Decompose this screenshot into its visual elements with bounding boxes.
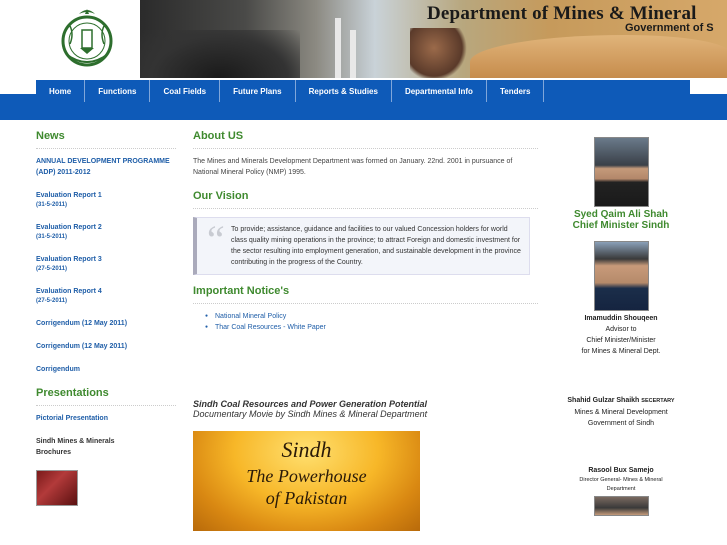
notice-list: National Mineral Policy Thar Coal Resour… bbox=[193, 311, 538, 333]
news-item[interactable]: Corrigendum (12 May 2011) bbox=[36, 318, 176, 329]
news-heading: News bbox=[36, 130, 176, 149]
news-title[interactable]: Evaluation Report 3 bbox=[36, 254, 176, 265]
about-heading: About US bbox=[193, 130, 538, 149]
nav-reports-studies[interactable]: Reports & Studies bbox=[295, 80, 392, 102]
nav-departmental-info[interactable]: Departmental Info bbox=[391, 80, 487, 102]
site-subtitle: Government of S bbox=[625, 22, 714, 34]
vision-quote-box: “ To provide; assistance, guidance and f… bbox=[193, 217, 530, 275]
dg-name: Rasool Bux Samejo bbox=[588, 467, 654, 474]
notices-heading: Important Notice's bbox=[193, 285, 538, 304]
poster-line: The Powerhouse bbox=[246, 466, 367, 486]
news-date: (31-5-2011) bbox=[36, 234, 68, 240]
advisor-role: Chief Minister/Minister bbox=[586, 337, 656, 344]
news-item[interactable]: Evaluation Report 4 (27-5-2011) bbox=[36, 286, 176, 306]
advisor-role: for Mines & Mineral Dept. bbox=[581, 348, 661, 355]
news-title[interactable]: Corrigendum bbox=[36, 364, 176, 375]
video-poster[interactable]: Sindh The Powerhouse of Pakistan bbox=[193, 431, 420, 531]
poster-title: Sindh bbox=[281, 437, 332, 462]
notice-link-thar-coal[interactable]: Thar Coal Resources - White Paper bbox=[205, 322, 538, 333]
advisor-role: Advisor to bbox=[605, 326, 637, 333]
presentations-heading: Presentations bbox=[36, 387, 176, 406]
secretary-role: Mines & Mineral Development bbox=[574, 409, 668, 416]
news-item[interactable]: ANNUAL DEVELOPMENT PROGRAMME (ADP) 2011-… bbox=[36, 156, 176, 178]
nav-items: Home Functions Coal Fields Future Plans … bbox=[36, 80, 545, 102]
advisor-name: Imamuddin Shouqeen bbox=[584, 315, 658, 322]
chimney-image bbox=[335, 18, 341, 78]
news-date: (27-5-2011) bbox=[36, 298, 68, 304]
person-image bbox=[410, 28, 470, 78]
header-banner: Department of Mines & Mineral Government… bbox=[140, 0, 727, 78]
coal-image bbox=[140, 30, 300, 78]
brochure-thumbnail[interactable] bbox=[36, 470, 78, 506]
site-header: Department of Mines & Mineral Government… bbox=[0, 0, 727, 80]
news-title[interactable]: ANNUAL DEVELOPMENT PROGRAMME (ADP) 2011-… bbox=[36, 156, 176, 178]
notice-link-national-mineral-policy[interactable]: National Mineral Policy bbox=[205, 311, 538, 322]
vision-heading: Our Vision bbox=[193, 190, 538, 209]
nav-bar: Home Functions Coal Fields Future Plans … bbox=[0, 80, 727, 120]
nav-coal-fields[interactable]: Coal Fields bbox=[150, 80, 221, 102]
nav-functions[interactable]: Functions bbox=[85, 80, 151, 102]
notices-section: Important Notice's National Mineral Poli… bbox=[193, 285, 538, 333]
chimney-image bbox=[350, 30, 356, 78]
news-item[interactable]: Evaluation Report 2 (31-5-2011) bbox=[36, 222, 176, 242]
about-text: The Mines and Minerals Development Depar… bbox=[193, 158, 513, 176]
dg-photo bbox=[593, 496, 649, 516]
left-sidebar: News ANNUAL DEVELOPMENT PROGRAMME (ADP) … bbox=[36, 130, 176, 506]
news-item[interactable]: Corrigendum (12 May 2011) bbox=[36, 341, 176, 352]
main-content: About US The Mines and Minerals Developm… bbox=[193, 130, 538, 531]
sindh-government-emblem-icon bbox=[61, 9, 113, 67]
nav-home[interactable]: Home bbox=[36, 80, 86, 102]
quote-mark-icon: “ bbox=[203, 217, 226, 262]
dg-role: Director General- Mines & Mineral bbox=[579, 477, 663, 483]
news-item[interactable]: Evaluation Report 3 (27-5-2011) bbox=[36, 254, 176, 274]
advisor-photo bbox=[593, 241, 649, 311]
poster-line: of Pakistan bbox=[265, 488, 348, 508]
video-title: Sindh Coal Resources and Power Generatio… bbox=[193, 399, 428, 409]
news-title[interactable]: Evaluation Report 4 bbox=[36, 286, 176, 297]
video-subtitle: Documentary Movie by Sindh Mines & Miner… bbox=[193, 409, 428, 419]
news-item[interactable]: Corrigendum bbox=[36, 364, 176, 375]
news-item[interactable]: Evaluation Report 1 (31-5-2011) bbox=[36, 190, 176, 210]
secretary-role: Government of Sindh bbox=[587, 420, 655, 427]
chief-minister-photo bbox=[593, 137, 649, 207]
secretary-name: Shahid Gulzar Shaikh SECERTARY bbox=[567, 397, 675, 404]
news-title[interactable]: Evaluation Report 1 bbox=[36, 190, 176, 201]
news-title[interactable]: Corrigendum (12 May 2011) bbox=[36, 341, 176, 352]
dg-role: Department bbox=[606, 486, 636, 492]
main-navigation: Home Functions Coal Fields Future Plans … bbox=[0, 80, 727, 120]
news-date: (27-5-2011) bbox=[36, 266, 68, 272]
pictorial-presentation-link[interactable]: Pictorial Presentation bbox=[36, 413, 176, 424]
nav-tenders[interactable]: Tenders bbox=[486, 80, 545, 102]
right-sidebar: Syed Qaim Ali Shah Chief Minister Sindh … bbox=[555, 137, 687, 516]
chief-minister-name: Syed Qaim Ali Shah bbox=[573, 209, 669, 220]
chief-minister-title: Chief Minister Sindh bbox=[572, 220, 670, 231]
brochures-label[interactable]: Sindh Mines & Minerals Brochures bbox=[36, 436, 116, 458]
poster-subtitle: The Powerhouse of Pakistan bbox=[193, 465, 420, 509]
nav-future-plans[interactable]: Future Plans bbox=[220, 80, 296, 102]
vision-text: To provide; assistance, guidance and fac… bbox=[231, 226, 521, 266]
news-title[interactable]: Evaluation Report 2 bbox=[36, 222, 176, 233]
desert-image bbox=[470, 35, 727, 78]
news-date: (31-5-2011) bbox=[36, 202, 68, 208]
news-title[interactable]: Corrigendum (12 May 2011) bbox=[36, 318, 176, 329]
